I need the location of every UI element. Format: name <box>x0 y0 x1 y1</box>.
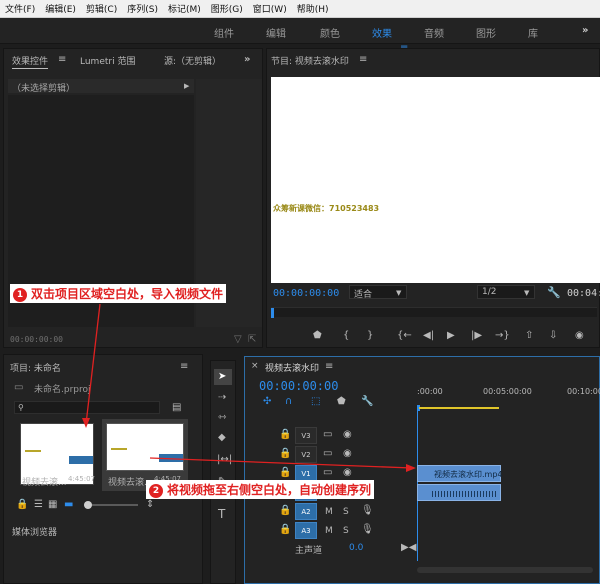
step1-text: 双击项目区域空白处，导入视频文件 <box>31 287 224 301</box>
arrow-step1 <box>85 303 101 425</box>
step2-number: 2 <box>149 484 163 498</box>
arrow-step2 <box>149 457 413 469</box>
annotation-step1: 1 双击项目区域空白处，导入视频文件 <box>10 284 227 303</box>
step2-text: 将视频拖至右侧空白处，自动创建序列 <box>167 483 372 497</box>
arrow-step2-head <box>406 464 416 472</box>
arrow-step1-head <box>82 418 90 428</box>
step1-number: 1 <box>13 288 27 302</box>
annotation-step2: 2 将视频拖至右侧空白处，自动创建序列 <box>146 480 375 499</box>
